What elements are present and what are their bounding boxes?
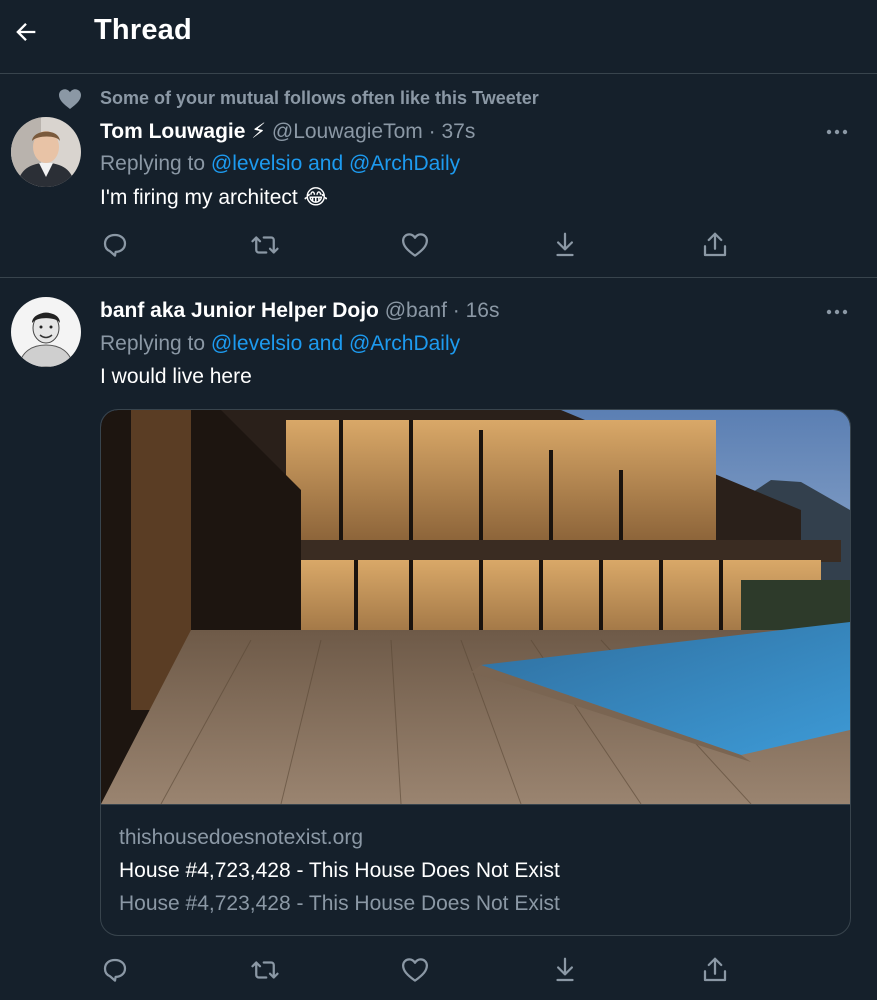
back-arrow-icon [16,23,36,41]
author-name[interactable]: Tom Louwagie ⚡ [100,120,266,143]
like-icon[interactable] [400,955,430,985]
retweet-icon[interactable] [250,955,280,985]
tweet-time[interactable]: 16s [466,299,500,322]
share-icon[interactable] [700,230,730,260]
more-icon[interactable] [825,307,849,317]
reply-icon[interactable] [100,230,130,260]
replying-prefix: Replying to [100,332,211,355]
avatar[interactable] [11,117,81,187]
tweet-text: I'm firing my architect 😂 [100,186,329,209]
replying-to: Replying to @levelsio and @ArchDaily [100,332,460,356]
thread-header: Thread [0,0,877,74]
share-icon[interactable] [700,955,730,985]
tweet-author-line: banf aka Junior Helper Dojo @banf · 16s [100,299,499,323]
replying-to-link[interactable]: @levelsio and @ArchDaily [211,152,460,175]
card-domain: thishousedoesnotexist.org [119,826,363,849]
tweet-actions [100,955,740,985]
author-handle[interactable]: @LouwagieTom [272,120,423,143]
social-context: Some of your mutual follows often like t… [100,88,539,108]
back-button[interactable] [12,18,40,46]
more-icon[interactable] [825,127,849,137]
link-card[interactable]: thishousedoesnotexist.org House #4,723,4… [100,409,851,936]
like-icon[interactable] [400,230,430,260]
tweet-actions [100,230,740,260]
download-icon[interactable] [550,955,580,985]
avatar[interactable] [11,297,81,367]
tweet-time[interactable]: 37s [441,120,475,143]
card-title: House #4,723,428 - This House Does Not E… [119,859,560,882]
tweet-text: I would live here [100,365,252,388]
author-name[interactable]: banf aka Junior Helper Dojo [100,299,379,322]
house-photo [101,410,850,805]
retweet-icon[interactable] [250,230,280,260]
replying-prefix: Replying to [100,152,211,175]
replying-to: Replying to @levelsio and @ArchDaily [100,152,460,176]
tweet-author-line: Tom Louwagie ⚡ @LouwagieTom · 37s [100,119,475,144]
download-icon[interactable] [550,230,580,260]
card-description: House #4,723,428 - This House Does Not E… [119,892,560,915]
heart-icon [59,89,81,109]
tweet-divider [0,277,877,278]
reply-icon[interactable] [100,955,130,985]
separator-dot: · [428,120,436,143]
page-title: Thread [94,14,192,46]
replying-to-link[interactable]: @levelsio and @ArchDaily [211,332,460,355]
separator-dot: · [452,299,460,322]
author-handle[interactable]: @banf [385,299,447,322]
